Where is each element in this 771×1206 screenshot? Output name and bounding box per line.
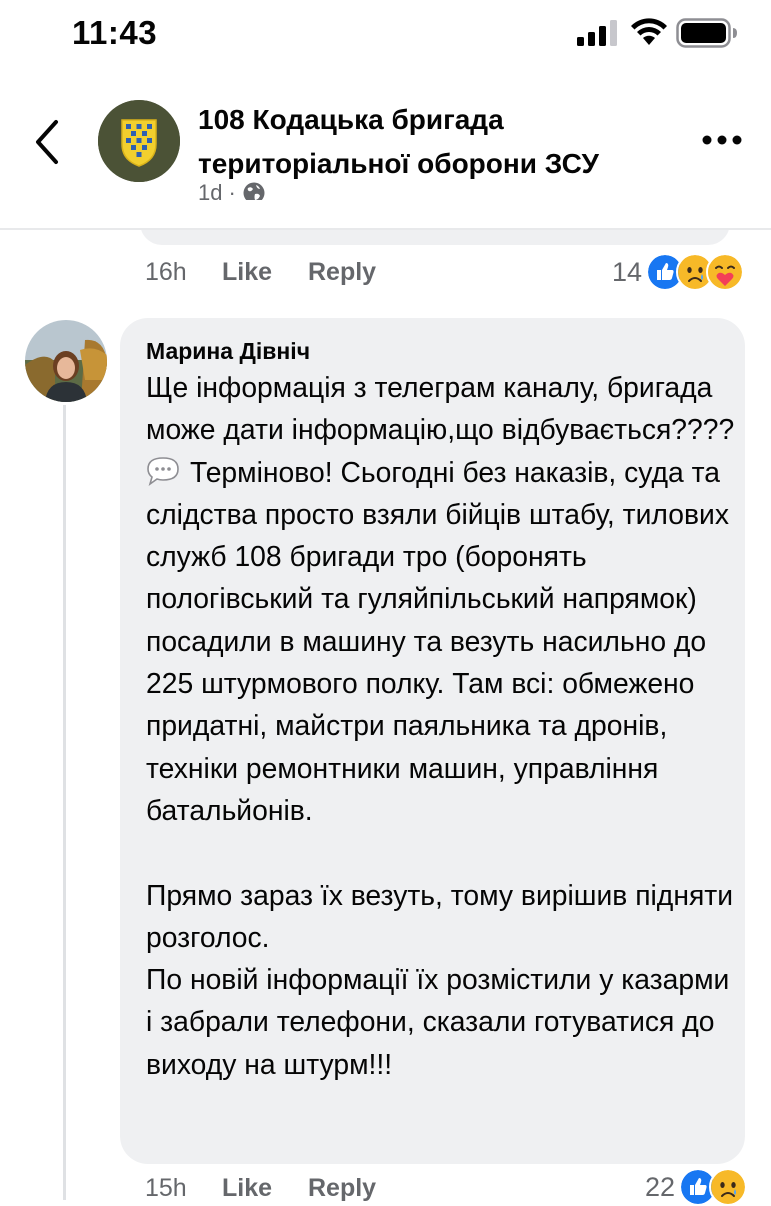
status-time: 11:43: [72, 14, 158, 51]
previous-reply-button[interactable]: Reply: [308, 258, 376, 287]
comment-body: Ще інформація з телеграм каналу, бригада…: [146, 366, 736, 1085]
header-background: [0, 200, 771, 228]
commenter-name[interactable]: Марина Дівніч: [146, 338, 310, 365]
battery-icon: [676, 18, 737, 48]
comment-line: Прямо зараз їх везуть, тому вирішив підн…: [146, 878, 741, 953]
profile-photo: [25, 320, 107, 402]
cellular-signal-icon: [577, 20, 617, 46]
back-chevron-icon[interactable]: [32, 118, 62, 166]
sad-icon: [709, 1168, 748, 1206]
comment-line: Ще інформація з телеграм каналу, бригада…: [146, 371, 735, 446]
page-title[interactable]: 108 Кодацька бригада територіальної обор…: [198, 98, 668, 186]
header-divider: [0, 228, 771, 230]
wifi-icon: [631, 18, 667, 45]
page-avatar[interactable]: [98, 100, 180, 182]
like-button[interactable]: Like: [222, 1174, 272, 1203]
previous-comment-time: 16h: [145, 258, 187, 286]
care-icon: [706, 253, 745, 291]
reply-thread-line: [63, 405, 66, 1200]
comment-reactions[interactable]: 22: [645, 1168, 748, 1206]
avatar[interactable]: [25, 320, 107, 402]
previous-like-button[interactable]: Like: [222, 258, 272, 287]
comment-line: По новій інформації їх розмістили у каза…: [146, 963, 738, 1080]
previous-reaction-count: 14: [612, 256, 643, 287]
comment-time: 15h: [145, 1174, 187, 1202]
more-options-icon[interactable]: [700, 130, 744, 150]
reply-button[interactable]: Reply: [308, 1174, 376, 1203]
brigade-emblem-icon: [98, 100, 180, 182]
comment-line: Терміново! Сьогодні без наказів, суда та…: [146, 455, 737, 826]
speech-balloon-icon: [147, 456, 179, 486]
previous-reactions[interactable]: 14: [612, 253, 745, 291]
comment-reaction-count: 22: [645, 1171, 676, 1202]
